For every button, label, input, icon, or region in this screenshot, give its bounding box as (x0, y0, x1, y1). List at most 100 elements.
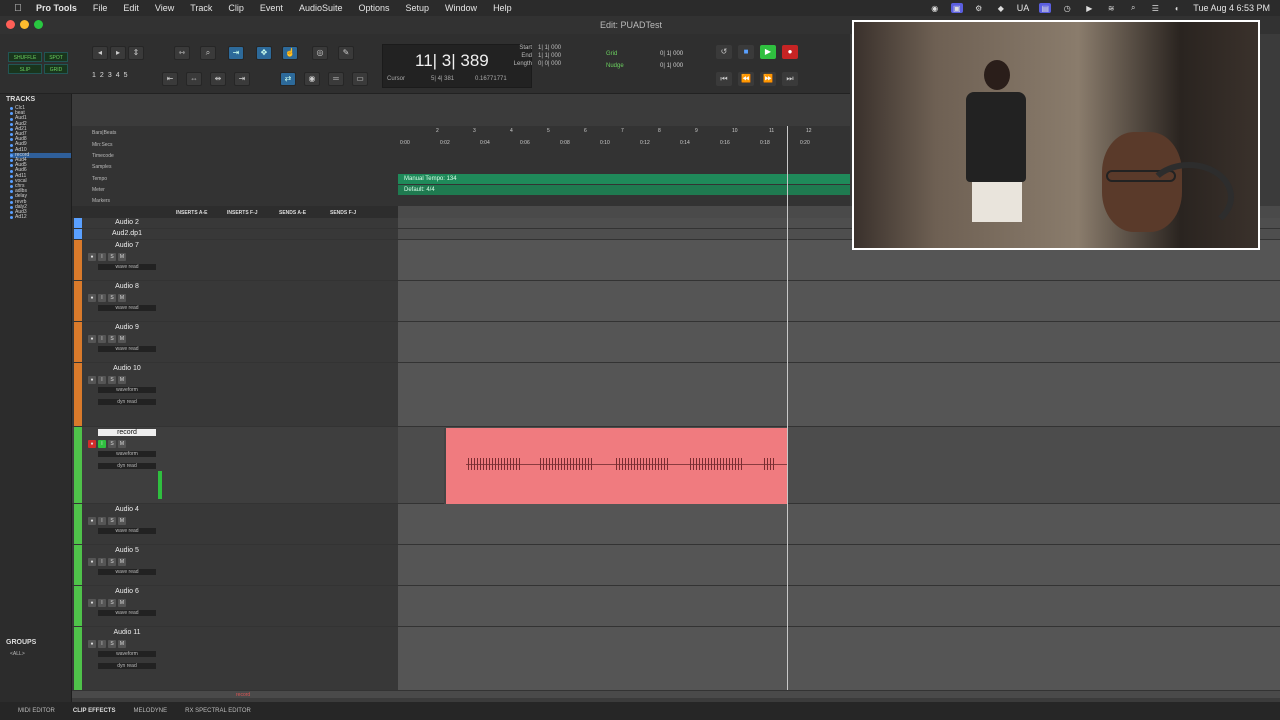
menubar-clock[interactable]: Tue Aug 4 6:53 PM (1193, 3, 1270, 13)
record-status-icon[interactable]: ◉ (929, 3, 941, 13)
track-name[interactable]: Audio 9 (98, 324, 156, 331)
close-window-icon[interactable] (6, 20, 15, 29)
track-view-selector[interactable]: wave read (98, 610, 156, 616)
clip-effects-tab[interactable]: CLIP EFFECTS (73, 708, 116, 714)
dropbox-icon[interactable]: ◆ (995, 3, 1007, 13)
menu-view[interactable]: View (147, 3, 182, 13)
length-value[interactable]: 0| 0| 000 (538, 60, 561, 68)
keyboard-focus-icon[interactable]: ▭ (352, 72, 368, 86)
solo-button[interactable]: S (108, 440, 116, 448)
zoomer-tool-icon[interactable]: ⌕ (200, 46, 216, 60)
mute-button[interactable]: M (118, 599, 126, 607)
track-name[interactable]: Audio 2 (98, 219, 156, 226)
mute-button[interactable]: M (118, 558, 126, 566)
record-icon[interactable]: ● (782, 45, 798, 59)
solo-button[interactable]: S (108, 599, 116, 607)
track-view-selector[interactable]: waveform (98, 651, 156, 657)
track-name[interactable]: Audio 10 (98, 365, 156, 372)
track-view-selector[interactable]: wave read (98, 569, 156, 575)
input-monitor-button[interactable]: I (98, 335, 106, 343)
minimize-window-icon[interactable] (20, 20, 29, 29)
rewind-icon[interactable]: ⏪ (738, 72, 754, 86)
zoom-out-horizontal-icon[interactable]: ◂ (92, 46, 108, 60)
melodyne-tab[interactable]: MELODYNE (133, 708, 167, 714)
track-view-selector[interactable]: wave read (98, 346, 156, 352)
wifi-icon[interactable]: ≋ (1105, 3, 1117, 13)
nudge-value[interactable]: 0| 1| 000 (660, 63, 683, 69)
record-arm-button[interactable]: ● (88, 253, 96, 261)
record-arm-button[interactable]: ● (88, 640, 96, 648)
search-icon[interactable]: ⌕ (1127, 3, 1139, 13)
stop-icon[interactable]: ■ (738, 45, 754, 59)
mute-button[interactable]: M (118, 640, 126, 648)
track-view-selector[interactable]: wave read (98, 264, 156, 270)
track-name[interactable]: Audio 4 (98, 506, 156, 513)
menu-window[interactable]: Window (437, 3, 485, 13)
loop-icon[interactable]: ↺ (716, 45, 732, 59)
mute-button[interactable]: M (118, 376, 126, 384)
timemachine-icon[interactable]: ◷ (1061, 3, 1073, 13)
slip-mode-button[interactable]: SLIP (8, 64, 42, 74)
record-arm-button[interactable]: ● (88, 440, 96, 448)
track-name[interactable]: Audio 8 (98, 283, 156, 290)
selector-tool-icon[interactable]: ⇥ (228, 46, 244, 60)
groups-all-item[interactable]: <ALL> (10, 651, 25, 657)
input-monitor-button[interactable]: I (98, 558, 106, 566)
mirror-midi-icon[interactable]: ⇄ (280, 72, 296, 86)
automation-selector[interactable]: dyn read (98, 463, 156, 469)
solo-button[interactable]: S (108, 558, 116, 566)
zoom-vertical-icon[interactable]: ⇕ (128, 46, 144, 60)
solo-button[interactable]: S (108, 253, 116, 261)
min-secs-ruler[interactable]: 0:00 0:02 0:04 0:06 0:08 0:10 0:12 0:14 … (398, 140, 850, 150)
input-monitor-button[interactable]: I (98, 294, 106, 302)
track-name[interactable]: Audio 6 (98, 588, 156, 595)
menu-track[interactable]: Track (182, 3, 220, 13)
tempo-ruler[interactable]: Manual Tempo: 134 (398, 174, 850, 184)
rx-spectral-editor-tab[interactable]: RX SPECTRAL EDITOR (185, 708, 251, 714)
zoom-preset-1[interactable]: 1 (92, 72, 96, 79)
scrubber-tool-icon[interactable]: ◎ (312, 46, 328, 60)
solo-button[interactable]: S (108, 294, 116, 302)
solo-button[interactable]: S (108, 640, 116, 648)
mute-button[interactable]: M (118, 294, 126, 302)
mute-button[interactable]: M (118, 253, 126, 261)
fast-forward-icon[interactable]: ⏩ (760, 72, 776, 86)
input-monitor-button[interactable]: I (98, 640, 106, 648)
zoom-preset-4[interactable]: 4 (116, 72, 120, 79)
display-icon[interactable]: ▤ (1039, 3, 1052, 13)
bars-ruler[interactable]: 2 3 4 5 6 7 8 9 10 11 12 (398, 128, 850, 138)
play-status-icon[interactable]: ▶ (1083, 3, 1095, 13)
menu-file[interactable]: File (85, 3, 116, 13)
smart-tool-icon[interactable]: ☝ (282, 46, 298, 60)
track-name[interactable]: Audio 11 (98, 629, 156, 636)
meter-ruler[interactable]: Default: 4/4 (398, 185, 850, 195)
grid-mode-button[interactable]: GRID (44, 64, 68, 74)
automation-selector[interactable]: dyn read (98, 399, 156, 405)
record-arm-button[interactable]: ● (88, 558, 96, 566)
track-name[interactable]: record (98, 429, 156, 436)
audio-clip[interactable] (444, 428, 788, 504)
menu-help[interactable]: Help (485, 3, 520, 13)
tab-to-transient-icon[interactable]: ⇹ (210, 72, 226, 86)
menu-edit[interactable]: Edit (115, 3, 147, 13)
go-to-end-icon[interactable]: ⏭ (782, 72, 798, 86)
mute-button[interactable]: M (118, 440, 126, 448)
link-icon[interactable]: ⇔ (186, 72, 202, 86)
app-menu[interactable]: Pro Tools (28, 3, 85, 13)
zoom-in-horizontal-icon[interactable]: ▸ (110, 46, 126, 60)
solo-button[interactable]: S (108, 376, 116, 384)
playhead-line[interactable] (787, 126, 788, 690)
record-arm-button[interactable]: ● (88, 294, 96, 302)
siri-icon[interactable]: ◐ (1171, 3, 1183, 13)
solo-button[interactable]: S (108, 335, 116, 343)
menu-options[interactable]: Options (350, 3, 397, 13)
insert-icon[interactable]: ⇥ (234, 72, 250, 86)
track-view-selector[interactable]: wave read (98, 305, 156, 311)
midi-editor-tab[interactable]: MIDI EDITOR (18, 708, 55, 714)
gear-icon[interactable]: ⚙ (973, 3, 985, 13)
zoom-window-icon[interactable] (34, 20, 43, 29)
menu-audiosuite[interactable]: AudioSuite (291, 3, 351, 13)
zoom-preset-5[interactable]: 5 (124, 72, 128, 79)
start-value[interactable]: 1| 1| 000 (538, 44, 561, 52)
pencil-tool-icon[interactable]: ✎ (338, 46, 354, 60)
